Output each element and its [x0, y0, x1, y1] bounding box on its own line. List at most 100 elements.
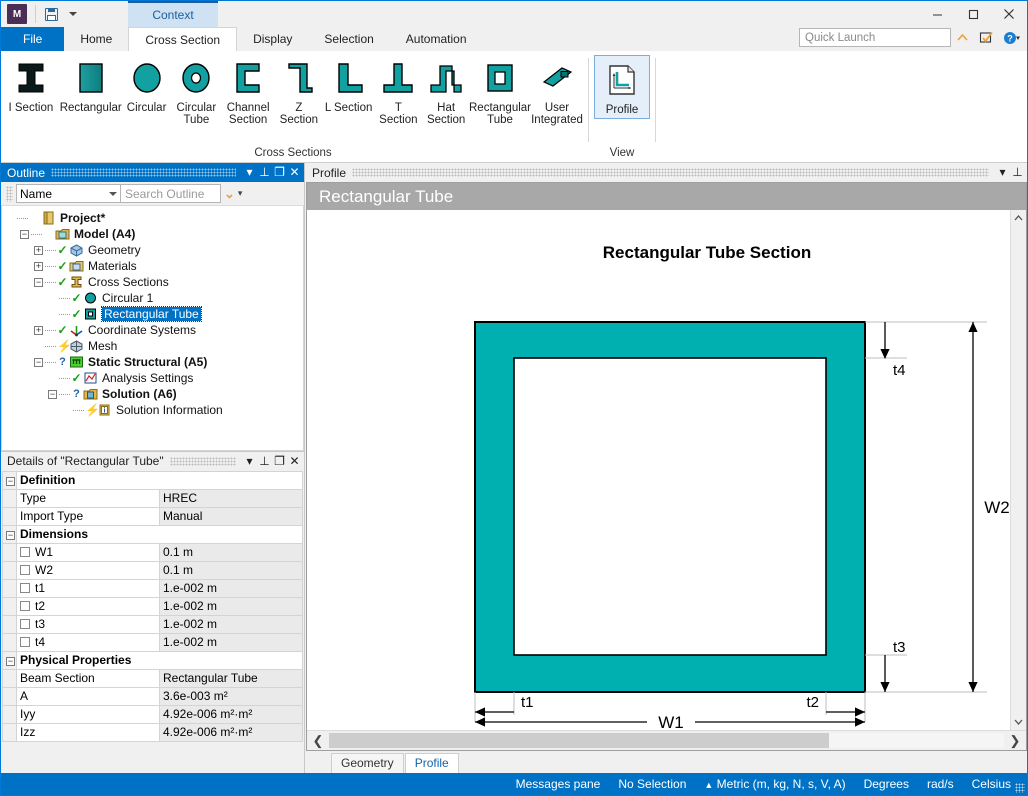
tab-profile[interactable]: Profile — [405, 753, 459, 773]
status-rotational-unit[interactable]: rad/s — [927, 777, 954, 791]
expander-minus-icon[interactable]: − — [48, 390, 57, 399]
tab-geometry[interactable]: Geometry — [331, 753, 404, 773]
search-outline-input[interactable]: Search Outline — [121, 184, 221, 203]
chevron-down-icon[interactable] — [62, 1, 84, 27]
ribbon-button-z-section[interactable]: Z Section — [274, 54, 324, 128]
tree-item-solution-a6[interactable]: −?Solution (A6) — [2, 386, 303, 402]
hscroll-track[interactable] — [329, 733, 1004, 748]
details-property-row[interactable]: W20.1 m — [3, 561, 303, 579]
tree-item-cross-sections[interactable]: −✓Cross Sections — [2, 274, 303, 290]
tab-file[interactable]: File — [1, 27, 64, 51]
expander-minus-icon[interactable]: − — [20, 230, 29, 239]
maximize-icon[interactable]: ❐ — [272, 163, 287, 182]
details-property-row[interactable]: Import TypeManual — [3, 507, 303, 525]
details-property-value[interactable]: HREC — [160, 489, 303, 507]
ribbon-button-rectangular[interactable]: Rectangular — [59, 54, 123, 116]
details-property-value[interactable]: 0.1 m — [160, 561, 303, 579]
status-messages-pane[interactable]: Messages pane — [516, 777, 601, 791]
minimize-button[interactable] — [919, 1, 955, 27]
tree-item-solution-information[interactable]: ⚡iSolution Information — [2, 402, 303, 418]
chevron-down-icon[interactable]: ▾ — [242, 163, 257, 182]
outline-tree[interactable]: Project*−Model (A4)+✓Geometry+✓Materials… — [1, 206, 304, 451]
help-icon[interactable]: ? — [1003, 31, 1023, 45]
ribbon-button-channel-section[interactable]: Channel Section — [222, 54, 274, 128]
details-property-row[interactable]: t21.e-002 m — [3, 597, 303, 615]
details-property-value[interactable]: 1.e-002 m — [160, 579, 303, 597]
details-property-row[interactable]: t31.e-002 m — [3, 615, 303, 633]
feedback-icon[interactable] — [979, 31, 999, 45]
chevron-down-icon[interactable]: ▾ — [242, 452, 257, 471]
chevron-up-icon[interactable] — [955, 32, 975, 43]
details-property-value[interactable]: 4.92e-006 m²·m² — [160, 723, 303, 741]
save-icon[interactable] — [40, 1, 62, 27]
details-property-row[interactable]: t11.e-002 m — [3, 579, 303, 597]
details-group-row[interactable]: −Physical Properties — [3, 651, 303, 669]
resize-grip[interactable] — [1015, 783, 1025, 793]
chevron-up-icon[interactable] — [1011, 210, 1026, 226]
tab-cross-section[interactable]: Cross Section — [128, 27, 237, 51]
property-checkbox[interactable] — [20, 583, 30, 593]
expander-minus-icon[interactable]: − — [34, 278, 43, 287]
tree-item-circular-1[interactable]: ✓Circular 1 — [2, 290, 303, 306]
maximize-icon[interactable]: ❐ — [272, 452, 287, 471]
tree-item-project[interactable]: Project* — [2, 210, 303, 226]
ribbon-button-circular[interactable]: Circular — [123, 54, 171, 116]
pin-icon[interactable]: ⊥ — [1010, 163, 1025, 182]
close-button[interactable] — [991, 1, 1027, 27]
ribbon-button-profile[interactable]: Profile — [594, 55, 650, 119]
expander-plus-icon[interactable]: + — [34, 326, 43, 335]
details-property-row[interactable]: A3.6e-003 m² — [3, 687, 303, 705]
vertical-scrollbar[interactable] — [1010, 210, 1026, 730]
toolbar-grip[interactable] — [6, 186, 13, 202]
pin-icon[interactable]: ⊥ — [257, 452, 272, 471]
details-property-row[interactable]: Iyy4.92e-006 m²·m² — [3, 705, 303, 723]
property-checkbox[interactable] — [20, 619, 30, 629]
details-property-value[interactable]: Manual — [160, 507, 303, 525]
details-property-value[interactable]: 1.e-002 m — [160, 633, 303, 651]
chevron-down-yellow-icon[interactable]: ⌄ — [224, 186, 235, 202]
close-icon[interactable]: ✕ — [287, 163, 302, 182]
expander-plus-icon[interactable]: + — [34, 262, 43, 271]
close-icon[interactable]: ✕ — [287, 452, 302, 471]
property-checkbox[interactable] — [20, 601, 30, 611]
outline-filter-combo[interactable]: Name — [16, 184, 121, 203]
group-collapse-toggle[interactable]: − — [3, 525, 17, 543]
details-property-value[interactable]: Rectangular Tube — [160, 669, 303, 687]
ribbon-button-t-section[interactable]: T Section — [373, 54, 423, 128]
ribbon-button-l-section[interactable]: L Section — [324, 54, 374, 116]
details-property-value[interactable]: 1.e-002 m — [160, 597, 303, 615]
tab-selection[interactable]: Selection — [308, 27, 389, 51]
details-group-row[interactable]: −Definition — [3, 471, 303, 489]
details-property-row[interactable]: TypeHREC — [3, 489, 303, 507]
pin-icon[interactable]: ⊥ — [257, 163, 272, 182]
tree-item-model-a4[interactable]: −Model (A4) — [2, 226, 303, 242]
maximize-button[interactable] — [955, 1, 991, 27]
horizontal-scrollbar[interactable]: ❮ ❯ — [307, 730, 1026, 750]
ribbon-button-hat-section[interactable]: Hat Section — [423, 54, 469, 128]
chevron-left-icon[interactable]: ❮ — [307, 733, 329, 749]
expander-minus-icon[interactable]: − — [34, 358, 43, 367]
hscroll-thumb[interactable] — [329, 733, 829, 748]
tree-item-materials[interactable]: +✓Materials — [2, 258, 303, 274]
ribbon-button-i-section[interactable]: I Section — [3, 54, 59, 116]
ribbon-button-circular-tube[interactable]: Circular Tube — [170, 54, 222, 128]
ribbon-button-user-integrated[interactable]: User Integrated — [531, 54, 583, 128]
status-unit-system[interactable]: ▲ Metric (m, kg, N, s, V, A) — [704, 777, 845, 791]
tab-display[interactable]: Display — [237, 27, 308, 51]
tree-item-analysis-settings[interactable]: ✓Analysis Settings — [2, 370, 303, 386]
details-property-row[interactable]: Izz4.92e-006 m²·m² — [3, 723, 303, 741]
chevron-down-icon[interactable] — [1011, 714, 1026, 730]
expander-plus-icon[interactable]: + — [34, 246, 43, 255]
tree-item-rectangular-tube[interactable]: ✓Rectangular Tube — [2, 306, 303, 322]
chevron-right-icon[interactable]: ❯ — [1004, 733, 1026, 749]
profile-canvas[interactable]: Rectangular Tube Section — [307, 210, 1026, 730]
chevron-down-icon[interactable]: ▾ — [995, 163, 1010, 182]
property-checkbox[interactable] — [20, 637, 30, 647]
group-collapse-toggle[interactable]: − — [3, 651, 17, 669]
quick-launch-input[interactable]: Quick Launch — [799, 28, 951, 47]
tree-item-coordinate-systems[interactable]: +✓Coordinate Systems — [2, 322, 303, 338]
context-tab[interactable]: Context — [128, 1, 218, 27]
group-collapse-toggle[interactable]: − — [3, 471, 17, 489]
tab-home[interactable]: Home — [64, 27, 128, 51]
details-group-row[interactable]: −Dimensions — [3, 525, 303, 543]
